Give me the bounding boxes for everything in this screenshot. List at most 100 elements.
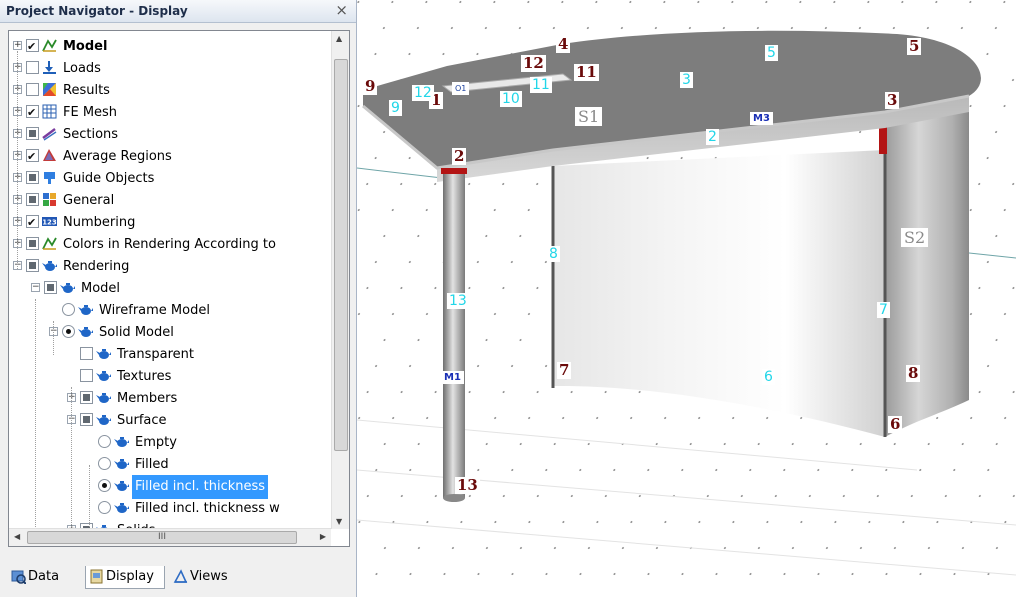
- tree-item-model[interactable]: + Model: [9, 35, 329, 58]
- checkbox[interactable]: [26, 36, 39, 58]
- tree-connector: [71, 387, 72, 546]
- line-label-9: 9: [389, 100, 402, 116]
- rendering-icon: [42, 261, 57, 271]
- tree-item-results[interactable]: + Results: [9, 79, 329, 101]
- rendering-icon: [114, 481, 129, 491]
- line-label-10: 10: [500, 91, 522, 107]
- tree-item-rendering[interactable]: − Rendering: [9, 255, 329, 277]
- expand-icon[interactable]: +: [13, 41, 22, 50]
- tree-item-label: Textures: [117, 369, 172, 384]
- checkbox[interactable]: [80, 413, 93, 426]
- rendering-icon: [114, 459, 129, 469]
- radio-button[interactable]: [98, 479, 111, 492]
- display-tab-icon: [90, 569, 103, 584]
- checkbox[interactable]: [44, 281, 57, 294]
- collapse-icon[interactable]: −: [31, 283, 40, 292]
- radio-button[interactable]: [62, 303, 75, 316]
- node-label-13: 13: [455, 476, 480, 494]
- tab-views[interactable]: Views: [170, 566, 245, 588]
- tree-item-label: Solid Model: [99, 325, 174, 340]
- tree-item-label: Wireframe Model: [99, 303, 210, 318]
- checkbox[interactable]: [26, 237, 39, 250]
- tree-item-transparent[interactable]: Transparent: [9, 343, 329, 365]
- tree-item-fe-mesh[interactable]: +FE Mesh: [9, 101, 329, 124]
- node-label-6: 6: [888, 415, 903, 433]
- tree-item-label: Model: [63, 39, 108, 54]
- radio-button[interactable]: [98, 501, 111, 514]
- tree-connector: [17, 51, 18, 269]
- tree-item-filled[interactable]: Filled: [9, 453, 329, 475]
- vertical-scroll-thumb[interactable]: [334, 59, 348, 451]
- numbering-icon: 123: [42, 217, 57, 227]
- tree-item-average-regions[interactable]: +Average Regions: [9, 145, 329, 168]
- support-node-2: [441, 168, 467, 174]
- radio-button[interactable]: [62, 325, 75, 338]
- horizontal-scroll-thumb[interactable]: III: [27, 531, 297, 544]
- checkbox[interactable]: [80, 391, 93, 404]
- node-label-9: 9: [363, 77, 378, 95]
- checkbox[interactable]: [26, 102, 39, 124]
- model-3d-view[interactable]: 9 12 11 4 5 3 2 7 8 6 13 1 12 11 10 9 3 5 2 8 13 7 6 S1 S2 M1 M3 O1: [356, 0, 1016, 597]
- checkbox[interactable]: [26, 193, 39, 206]
- tree-item-guide-objects[interactable]: + Guide Objects: [9, 167, 329, 189]
- tree-item-label: Surface: [117, 413, 167, 428]
- rendering-icon: [114, 437, 129, 447]
- tree-item-label: Filled incl. thickness: [132, 475, 269, 499]
- results-icon: [43, 83, 56, 96]
- checkbox[interactable]: [26, 83, 39, 96]
- checkbox[interactable]: [26, 212, 39, 234]
- checkbox[interactable]: [80, 369, 93, 382]
- checkbox[interactable]: [26, 146, 39, 168]
- checkbox[interactable]: [26, 259, 39, 272]
- node-label-8: 8: [906, 364, 921, 382]
- tree-item-label: Members: [117, 391, 178, 406]
- node-label-7: 7: [557, 361, 572, 379]
- tree-item-sections[interactable]: + Sections: [9, 123, 329, 145]
- tab-display[interactable]: Display: [85, 566, 165, 589]
- tree-item-numbering[interactable]: +123Numbering: [9, 211, 329, 234]
- tree-item-members[interactable]: + Members: [9, 387, 329, 409]
- tree-item-filled-incl-thickness-w[interactable]: Filled incl. thickness w: [9, 497, 329, 519]
- tab-data[interactable]: Data: [8, 566, 80, 588]
- colors-icon: [42, 237, 57, 250]
- checkbox[interactable]: [26, 127, 39, 140]
- tree-item-label: Sections: [63, 127, 119, 142]
- tree-item-surface[interactable]: − Surface: [9, 409, 329, 431]
- tree-item-label: Filled incl. thickness w: [135, 501, 280, 516]
- scroll-right-icon[interactable]: ▶: [320, 532, 326, 541]
- tree-item-general[interactable]: + General: [9, 189, 329, 211]
- tree-item-colors-in-rendering-according-to[interactable]: + Colors in Rendering According to: [9, 233, 329, 255]
- tab-data-label: Data: [28, 569, 60, 584]
- checkbox[interactable]: [26, 171, 39, 184]
- horizontal-scrollbar[interactable]: ◀ III ▶: [9, 528, 331, 546]
- checkbox[interactable]: [80, 347, 93, 360]
- tree-connector: [53, 321, 54, 355]
- scroll-down-icon[interactable]: ▼: [336, 517, 342, 526]
- tree-item-model[interactable]: − Model: [9, 277, 329, 299]
- rendering-icon: [78, 305, 93, 315]
- tree-item-wireframe-model[interactable]: Wireframe Model: [9, 299, 329, 321]
- line-label-12: 12: [412, 85, 434, 101]
- column-m1-base: [443, 494, 465, 502]
- radio-button[interactable]: [98, 457, 111, 470]
- tree-item-label: Numbering: [63, 215, 136, 230]
- tree-item-solid-model[interactable]: − Solid Model: [9, 321, 329, 343]
- sections-icon: [42, 128, 57, 141]
- checkbox[interactable]: [26, 61, 39, 74]
- rendering-icon: [96, 349, 111, 359]
- tree-connector: [35, 299, 36, 546]
- tree-item-label: Transparent: [117, 347, 194, 362]
- tree-item-loads[interactable]: + Loads: [9, 57, 329, 79]
- fe-mesh-icon: [42, 104, 57, 119]
- tree-item-filled-incl-thickness[interactable]: Filled incl. thickness: [9, 475, 329, 499]
- scroll-left-icon[interactable]: ◀: [14, 532, 20, 541]
- line-label-13: 13: [447, 293, 469, 309]
- scroll-up-icon[interactable]: ▲: [336, 34, 342, 43]
- vertical-scrollbar[interactable]: ▲ ▼: [331, 31, 349, 529]
- guide-objects-icon: [44, 172, 55, 184]
- opening-label-o1: O1: [452, 82, 470, 95]
- radio-button[interactable]: [98, 435, 111, 448]
- tree-item-textures[interactable]: Textures: [9, 365, 329, 387]
- tree-item-empty[interactable]: Empty: [9, 431, 329, 453]
- close-icon[interactable]: ×: [335, 1, 348, 19]
